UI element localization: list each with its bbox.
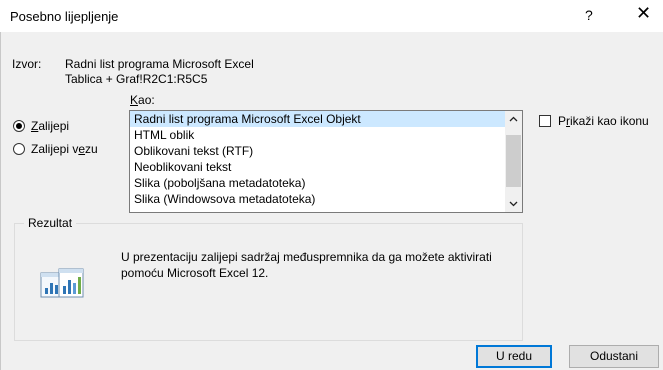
list-item[interactable]: Slika (Windowsova metadatoteka) bbox=[130, 191, 522, 207]
list-item[interactable]: Oblikovani tekst (RTF) bbox=[130, 143, 522, 159]
list-item[interactable]: Radni list programa Microsoft Excel Obje… bbox=[130, 111, 522, 127]
display-as-icon-pre: P bbox=[558, 114, 567, 128]
as-label-accel: K bbox=[130, 93, 139, 107]
result-title: Rezultat bbox=[24, 216, 77, 230]
display-as-icon-post: ikaži kao ikonu bbox=[570, 114, 649, 128]
chevron-down-icon[interactable] bbox=[505, 195, 522, 212]
display-as-icon-label: Prikaži kao ikonu bbox=[558, 114, 649, 128]
title-bar: Posebno lijepljenje ? ✕ bbox=[0, 0, 663, 32]
source-line-2: Tablica + Graf!R2C1:R5C5 bbox=[65, 72, 208, 86]
source-line-1: Radni list programa Microsoft Excel bbox=[65, 57, 254, 71]
paste-link-radio-label: Zalijepi vezu bbox=[31, 142, 98, 156]
paste-link-post: zu bbox=[85, 142, 98, 156]
display-as-icon-box[interactable] bbox=[539, 115, 551, 127]
scroll-thumb[interactable] bbox=[506, 135, 521, 187]
as-label: Kao: bbox=[130, 93, 155, 107]
paste-radio-label: Zalijepi bbox=[31, 119, 69, 133]
paste-rest: alijepi bbox=[38, 119, 70, 133]
list-item[interactable]: Slika (poboljšana metadatoteka) bbox=[130, 175, 522, 191]
list-scrollbar[interactable] bbox=[505, 111, 522, 212]
result-group bbox=[14, 223, 523, 341]
list-item[interactable]: HTML oblik bbox=[130, 127, 522, 143]
paste-radio[interactable]: Zalijepi bbox=[13, 119, 69, 133]
paste-radio-circle[interactable] bbox=[13, 120, 25, 132]
ok-button[interactable]: U redu bbox=[476, 345, 552, 368]
source-label: Izvor: bbox=[12, 57, 42, 71]
paste-link-pre: Zalijepi v bbox=[31, 142, 79, 156]
chevron-up-icon[interactable] bbox=[505, 111, 522, 128]
display-as-icon-checkbox[interactable]: Prikaži kao ikonu bbox=[539, 114, 649, 128]
excel-chart-icon bbox=[38, 266, 86, 300]
paste-special-dialog: Posebno lijepljenje ? ✕ Izvor: Radni lis… bbox=[0, 0, 663, 370]
result-description: U prezentaciju zalijepi sadržaj međuspre… bbox=[121, 250, 492, 280]
as-listbox[interactable]: Radni list programa Microsoft Excel Obje… bbox=[129, 110, 523, 213]
as-label-rest: ao: bbox=[138, 93, 155, 107]
paste-link-radio-circle[interactable] bbox=[13, 143, 25, 155]
dialog-title: Posebno lijepljenje bbox=[10, 9, 119, 24]
window-border bbox=[0, 32, 1, 370]
list-item[interactable]: Neoblikovani tekst bbox=[130, 159, 522, 175]
close-button[interactable]: ✕ bbox=[636, 4, 651, 22]
help-button[interactable]: ? bbox=[585, 7, 593, 23]
paste-link-radio[interactable]: Zalijepi vezu bbox=[13, 142, 98, 156]
cancel-button[interactable]: Odustani bbox=[569, 345, 659, 368]
